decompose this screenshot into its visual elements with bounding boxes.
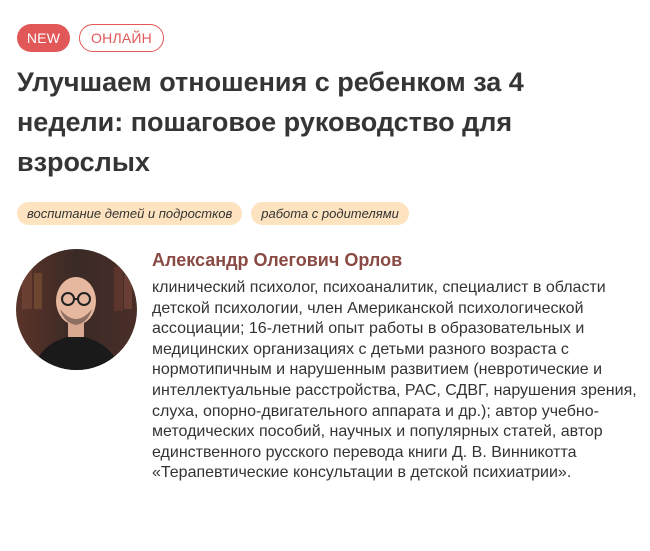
author-name[interactable]: Александр Олегович Орлов [152, 250, 402, 271]
author-photo [16, 249, 137, 370]
course-title: Улучшаем отношения с ребенком за 4 недел… [17, 67, 524, 177]
tag-list: воспитание детей и подростков работа с р… [17, 202, 409, 225]
online-badge: ОНЛАЙН [79, 24, 164, 52]
badge-row: NEW ОНЛАЙН [17, 24, 164, 52]
author-bio: клинический психолог, психоаналитик, спе… [152, 279, 637, 482]
tag-parents-work[interactable]: работа с родителями [251, 202, 409, 225]
author-avatar [16, 249, 137, 370]
new-badge: NEW [17, 24, 70, 52]
tag-parenting[interactable]: воспитание детей и подростков [17, 202, 243, 225]
